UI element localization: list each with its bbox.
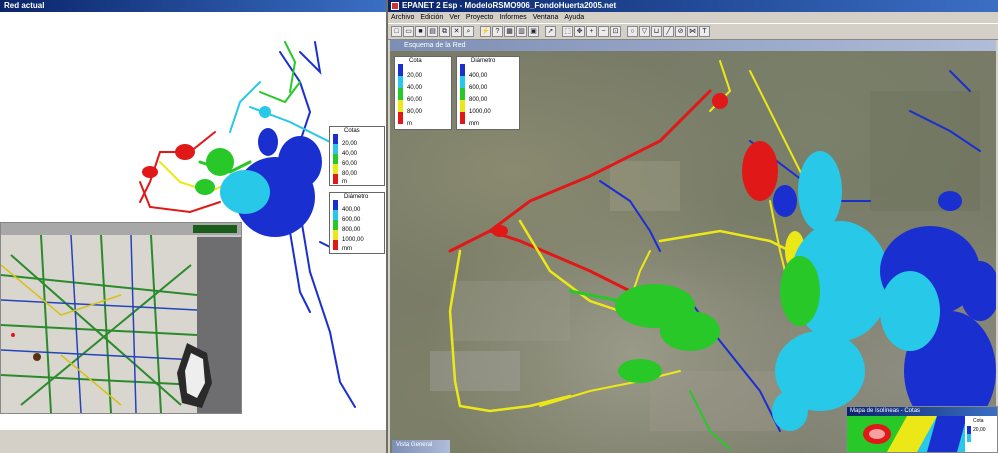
add-label-icon[interactable]: T <box>699 26 710 37</box>
add-pipe-icon[interactable]: ╱ <box>663 26 674 37</box>
map-legend-diametro-value: 400,00 <box>469 73 488 79</box>
inset-street-network <box>1 235 197 413</box>
left-legend-cota-title: Cotas <box>344 128 360 134</box>
full-extent-icon[interactable]: ⊡ <box>610 26 621 37</box>
left-legend-cota-unit: m <box>342 179 347 185</box>
epanet-title: EPANET 2 Esp - ModeloRSMO906_FondoHuerta… <box>402 1 617 10</box>
zoom-in-icon[interactable]: + <box>586 26 597 37</box>
map-legend-cota-value: 80,00 <box>407 109 423 115</box>
map-legend-cota: Cota 20,00 40,00 60,00 80,00 m <box>394 56 452 130</box>
map-legend-cota-unit: m <box>407 121 412 127</box>
menu-ventana[interactable]: Ventana <box>533 12 559 23</box>
save-icon[interactable]: ■ <box>415 26 426 37</box>
menu-archivo[interactable]: Archivo <box>391 12 414 23</box>
epanet-window: EPANET 2 Esp - ModeloRSMO906_FondoHuerta… <box>388 0 998 453</box>
map-legend-cota-value: 20,00 <box>407 73 423 79</box>
left-window-title: Red actual <box>0 0 386 12</box>
left-status-bar <box>0 430 386 453</box>
overview-window[interactable]: Vista General <box>392 440 450 453</box>
contour-map-title: Mapa de Isolíneas - Cotas <box>847 407 997 416</box>
map-legend-cota-value: 60,00 <box>407 97 423 103</box>
print-icon[interactable]: ▤ <box>427 26 438 37</box>
left-map-window: Red actual Cotas 20,00 40,00 60,00 80,00… <box>0 0 386 430</box>
inset-port <box>177 343 212 408</box>
map-legend-diametro: Diámetro 400,00 600,00 800,00 1000,00 mm <box>456 56 520 130</box>
map-legend-cota-scale <box>398 64 403 124</box>
map-legend-cota-value: 40,00 <box>407 85 423 91</box>
left-legend-cota-value: 60,00 <box>342 161 358 167</box>
add-valve-icon[interactable]: ⋈ <box>687 26 698 37</box>
menu-ver[interactable]: Ver <box>449 12 460 23</box>
left-legend-cota-value: 40,00 <box>342 151 358 157</box>
run-icon[interactable]: ⚡ <box>480 26 491 37</box>
table-icon[interactable]: ▥ <box>516 26 527 37</box>
select-arrow-icon[interactable]: ➚ <box>545 26 556 37</box>
query-icon[interactable]: ? <box>492 26 503 37</box>
map-legend-diametro-value: 1000,00 <box>469 109 491 115</box>
map-legend-cota-title: Cota <box>409 58 422 64</box>
add-reservoir-icon[interactable]: ▽ <box>639 26 650 37</box>
add-pump-icon[interactable]: ⊘ <box>675 26 686 37</box>
left-legend-diametro-title: Diámetro <box>344 194 369 200</box>
left-legend-diametro-value: 400,00 <box>342 207 361 213</box>
overview-window-title: Vista General <box>396 442 433 448</box>
left-legend-cota-value: 20,00 <box>342 141 358 147</box>
contour-legend-title: Cota <box>973 418 984 424</box>
left-legend-cota-scale <box>333 134 338 184</box>
new-file-icon[interactable]: □ <box>391 26 402 37</box>
map-legend-diametro-scale <box>460 64 465 124</box>
menu-proyecto[interactable]: Proyecto <box>466 12 494 23</box>
map-legend-diametro-title: Diámetro <box>471 58 496 64</box>
contour-map-window[interactable]: Mapa de Isolíneas - Cotas Cota 20,00 <box>846 406 998 453</box>
map-window-title: Esquema de la Red <box>390 40 996 51</box>
left-legend-diametro-unit: mm <box>342 246 352 252</box>
epanet-title-bar: EPANET 2 Esp - ModeloRSMO906_FondoHuerta… <box>388 0 998 12</box>
left-legend-diametro-value: 800,00 <box>342 227 361 233</box>
menu-edicion[interactable]: Edición <box>420 12 443 23</box>
left-legend-diametro-scale <box>333 200 338 250</box>
add-tank-icon[interactable]: ⊔ <box>651 26 662 37</box>
menu-bar: Archivo Edición Ver Proyecto Informes Ve… <box>388 12 998 23</box>
inset-city-map[interactable] <box>0 222 242 414</box>
graph-icon[interactable]: ▦ <box>504 26 515 37</box>
find-icon[interactable]: ⌕ <box>463 26 474 37</box>
left-legend-cota: Cotas 20,00 40,00 60,00 80,00 m <box>329 126 385 186</box>
map-legend-diametro-value: 600,00 <box>469 85 488 91</box>
toolbar: □ ▭ ■ ▤ ⧉ ✕ ⌕ ⚡ ? ▦ ▥ ▣ ➚ ⬚ ✥ + − ⊡ ○ ▽ … <box>388 23 998 40</box>
copy-icon[interactable]: ⧉ <box>439 26 450 37</box>
pan-icon[interactable]: ✥ <box>574 26 585 37</box>
delete-icon[interactable]: ✕ <box>451 26 462 37</box>
inset-indicator <box>193 225 237 233</box>
contour-legend-value: 20,00 <box>973 427 986 433</box>
select-region-icon[interactable]: ⬚ <box>562 26 573 37</box>
zoom-out-icon[interactable]: − <box>598 26 609 37</box>
menu-ayuda[interactable]: Ayuda <box>564 12 584 23</box>
inset-toolbar <box>1 223 241 235</box>
app-icon <box>391 2 399 10</box>
map-legend-diametro-value: 800,00 <box>469 97 488 103</box>
left-legend-cota-value: 80,00 <box>342 171 358 177</box>
menu-informes[interactable]: Informes <box>499 12 526 23</box>
left-legend-diametro-value: 1000,00 <box>342 237 364 243</box>
left-legend-diametro-value: 600,00 <box>342 217 361 223</box>
open-file-icon[interactable]: ▭ <box>403 26 414 37</box>
map-legend-diametro-unit: mm <box>469 121 479 127</box>
left-legend-diametro: Diámetro 400,00 600,00 800,00 1000,00 mm <box>329 192 385 254</box>
options-icon[interactable]: ▣ <box>528 26 539 37</box>
add-junction-icon[interactable]: ○ <box>627 26 638 37</box>
